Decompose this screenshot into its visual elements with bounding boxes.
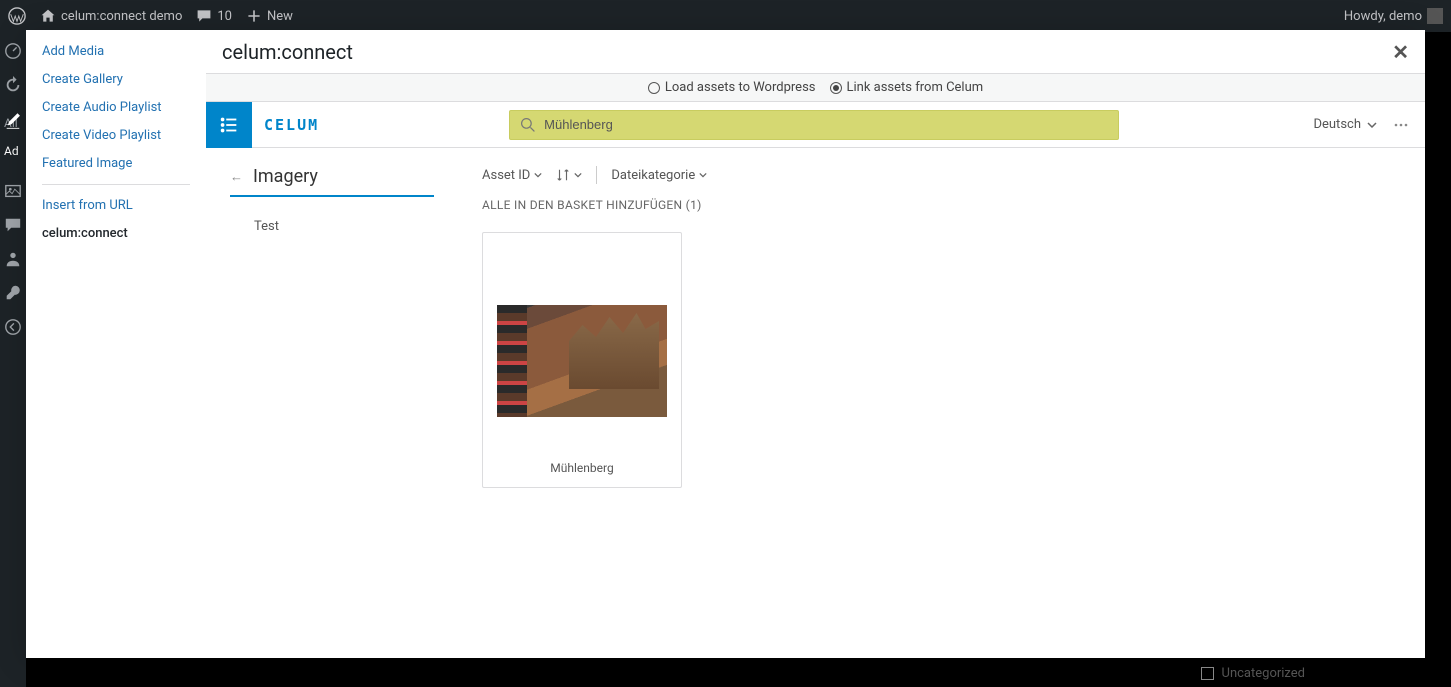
menu-celum-connect[interactable]: celum:connect bbox=[42, 226, 190, 241]
close-icon[interactable]: ✕ bbox=[1392, 40, 1409, 64]
dashboard-icon[interactable] bbox=[4, 42, 22, 60]
separator bbox=[596, 166, 597, 184]
search-wrap bbox=[509, 110, 1119, 140]
sort-category[interactable]: Dateikategorie bbox=[611, 168, 707, 183]
tree-toggle-button[interactable] bbox=[206, 102, 252, 148]
modal-title: celum:connect bbox=[222, 40, 353, 64]
tree-current-folder[interactable]: ← Imagery bbox=[230, 166, 434, 197]
menu-create-video[interactable]: Create Video Playlist bbox=[42, 128, 190, 143]
modal-left-menu: Add Media Create Gallery Create Audio Pl… bbox=[26, 30, 206, 658]
site-link[interactable]: celum:connect demo bbox=[40, 8, 182, 24]
menu-create-audio[interactable]: Create Audio Playlist bbox=[42, 100, 190, 115]
sort-asset-id[interactable]: Asset ID bbox=[482, 168, 542, 183]
celum-logo: celum bbox=[264, 116, 319, 134]
media-icon[interactable] bbox=[4, 182, 22, 200]
chevron-down-icon bbox=[574, 171, 582, 179]
asset-thumbnail bbox=[497, 305, 667, 417]
greeting: Howdy, demo bbox=[1344, 9, 1422, 24]
asset-panel: Asset ID Dateikategorie ALLE IN DEN BASK… bbox=[458, 148, 1425, 658]
folder-tree: ← Imagery Test bbox=[206, 148, 458, 658]
sort-icon bbox=[556, 168, 570, 182]
collapse-icon[interactable] bbox=[4, 318, 22, 336]
comment-count: 10 bbox=[217, 9, 232, 24]
radio-load-wp[interactable]: Load assets to Wordpress bbox=[648, 80, 816, 95]
chevron-down-icon bbox=[699, 171, 707, 179]
asset-source-row: Load assets to Wordpress Link assets fro… bbox=[206, 74, 1425, 102]
rail-text-add[interactable]: Ad bbox=[4, 144, 19, 158]
sort-direction[interactable] bbox=[556, 168, 582, 182]
comments-rail-icon[interactable] bbox=[4, 216, 22, 234]
wp-adminbar: celum:connect demo 10 New Howdy, demo bbox=[0, 0, 1451, 32]
updates-icon[interactable] bbox=[4, 76, 22, 94]
posts-icon[interactable] bbox=[4, 113, 22, 131]
chevron-down-icon bbox=[534, 171, 542, 179]
new-link[interactable]: New bbox=[246, 8, 293, 24]
back-arrow-icon[interactable]: ← bbox=[230, 169, 243, 185]
search-icon bbox=[520, 117, 536, 133]
media-modal: Add Media Create Gallery Create Audio Pl… bbox=[26, 30, 1425, 658]
add-all-to-basket[interactable]: ALLE IN DEN BASKET HINZUFÜGEN (1) bbox=[482, 198, 1401, 212]
asset-card[interactable]: Mühlenberg bbox=[482, 232, 682, 488]
chevron-down-icon bbox=[1367, 120, 1377, 130]
bg-uncategorized[interactable]: Uncategorized bbox=[1201, 666, 1305, 681]
tools-icon[interactable] bbox=[4, 284, 22, 302]
site-name: celum:connect demo bbox=[61, 9, 182, 24]
radio-link-celum[interactable]: Link assets from Celum bbox=[830, 80, 984, 95]
search-input[interactable] bbox=[544, 117, 1108, 132]
tree-item[interactable]: Test bbox=[230, 209, 434, 244]
menu-insert-url[interactable]: Insert from URL bbox=[42, 198, 190, 213]
menu-featured-image[interactable]: Featured Image bbox=[42, 156, 190, 171]
avatar bbox=[1427, 8, 1443, 24]
language-selector[interactable]: Deutsch bbox=[1313, 117, 1377, 132]
asset-title: Mühlenberg bbox=[550, 461, 613, 475]
checkbox[interactable] bbox=[1201, 667, 1214, 680]
new-label: New bbox=[267, 9, 293, 24]
account-link[interactable]: Howdy, demo bbox=[1344, 8, 1443, 24]
menu-create-gallery[interactable]: Create Gallery bbox=[42, 72, 190, 87]
wp-logo-icon[interactable] bbox=[8, 7, 26, 25]
comments-link[interactable]: 10 bbox=[196, 8, 232, 24]
menu-divider bbox=[42, 184, 190, 185]
more-menu-icon[interactable] bbox=[1393, 117, 1409, 133]
celum-toolbar: celum Deutsch bbox=[206, 102, 1425, 148]
users-icon[interactable] bbox=[4, 250, 22, 268]
menu-add-media[interactable]: Add Media bbox=[42, 44, 190, 59]
modal-header: celum:connect ✕ bbox=[206, 30, 1425, 74]
